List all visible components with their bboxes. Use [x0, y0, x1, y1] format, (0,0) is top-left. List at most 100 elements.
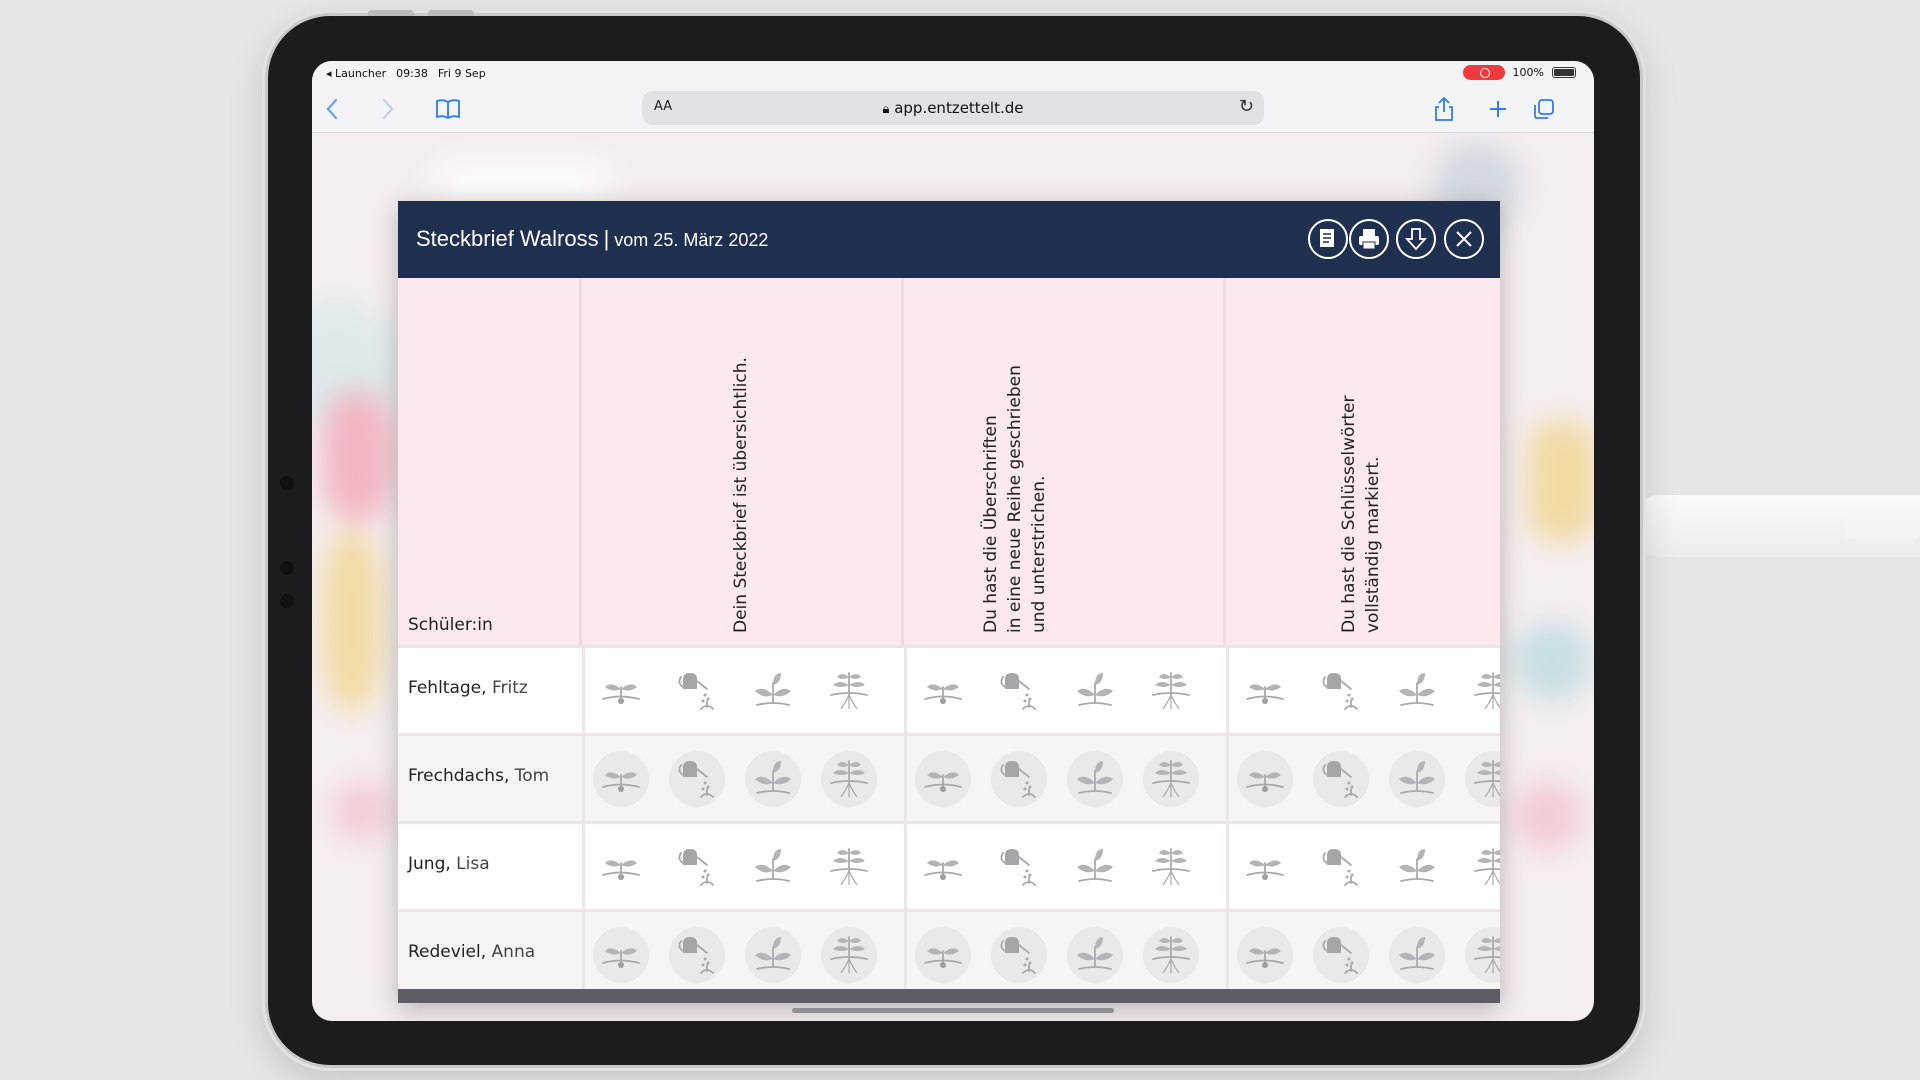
seedling-icon[interactable]: [1067, 663, 1123, 719]
student-last-name: Frechdachs: [408, 766, 504, 786]
share-icon[interactable]: [1430, 95, 1458, 123]
seedling-icon[interactable]: [1389, 839, 1445, 895]
criterion-column-header: Dein Steckbrief ist übersichtlich.: [582, 278, 904, 645]
student-name: Frechdachs, Tom: [408, 766, 549, 786]
screen-recording-icon[interactable]: [1462, 65, 1505, 80]
plant-roots-icon[interactable]: [1143, 927, 1199, 983]
seedling-icon[interactable]: [745, 839, 801, 895]
seedling-icon[interactable]: [1067, 839, 1123, 895]
name-comma: ,: [503, 766, 515, 786]
student-name: Jung, Lisa: [408, 854, 490, 874]
column-divider: [1226, 648, 1229, 736]
seed-sprout-icon[interactable]: [593, 927, 649, 983]
criterion-column-header: Du hast die Schlüsselwörter vollständig m…: [1226, 278, 1500, 645]
student-row: Jung, Lisa: [398, 821, 1500, 912]
lock-icon: 🔒︎: [882, 102, 890, 117]
seedling-icon[interactable]: [1389, 663, 1445, 719]
plant-roots-icon[interactable]: [821, 927, 877, 983]
seed-sprout-icon[interactable]: [593, 663, 649, 719]
watering-can-icon[interactable]: [1313, 663, 1369, 719]
seedling-icon[interactable]: [745, 927, 801, 983]
camera-dot: [280, 561, 294, 575]
seed-sprout-icon[interactable]: [1237, 751, 1293, 807]
plant-roots-icon[interactable]: [1465, 751, 1500, 807]
name-comma: ,: [480, 942, 492, 962]
seedling-icon[interactable]: [745, 663, 801, 719]
chevron-right-icon[interactable]: [374, 95, 402, 123]
status-bar: ◂ Launcher 09:38 Fri 9 Sep 100%: [312, 61, 1594, 85]
battery-percent: 100%: [1512, 66, 1544, 79]
student-last-name: Fehltage: [408, 678, 482, 698]
home-indicator: [792, 1008, 1114, 1013]
seed-sprout-icon[interactable]: [593, 839, 649, 895]
download-button[interactable]: [1396, 219, 1436, 259]
student-last-name: Jung: [408, 854, 446, 874]
seedling-icon[interactable]: [1389, 927, 1445, 983]
plant-roots-icon[interactable]: [1143, 663, 1199, 719]
student-row: Frechdachs, Tom: [398, 733, 1500, 824]
print-icon: [1359, 229, 1379, 250]
address-bar[interactable]: AA 🔒︎ app.entzettelt.de ↻: [642, 91, 1264, 125]
plant-roots-icon[interactable]: [1465, 839, 1500, 895]
watering-can-icon[interactable]: [1313, 751, 1369, 807]
modal-title: Steckbrief Walross | vom 25. März 2022: [416, 226, 768, 252]
seed-sprout-icon[interactable]: [915, 839, 971, 895]
watering-can-icon[interactable]: [669, 839, 725, 895]
watering-can-icon[interactable]: [991, 927, 1047, 983]
watering-can-icon[interactable]: [669, 663, 725, 719]
column-divider: [582, 648, 585, 736]
chevron-left-icon[interactable]: [318, 95, 346, 123]
student-row: Redeviel, Anna: [398, 909, 1500, 1000]
criterion-column-header: Du hast die Überschriften in eine neue Re…: [904, 278, 1226, 645]
seed-sprout-icon[interactable]: [593, 751, 649, 807]
plant-roots-icon[interactable]: [821, 839, 877, 895]
seed-sprout-icon[interactable]: [915, 751, 971, 807]
plus-icon[interactable]: [1484, 95, 1512, 123]
table-header-row: Schüler:in Dein Steckbrief ist übersicht…: [398, 278, 1500, 645]
camera-dot: [280, 476, 294, 490]
seed-sprout-icon[interactable]: [1237, 927, 1293, 983]
volume-button: [428, 10, 474, 16]
plant-roots-icon[interactable]: [821, 663, 877, 719]
seed-sprout-icon[interactable]: [915, 663, 971, 719]
student-first-name: Fritz: [491, 678, 528, 698]
watering-can-icon[interactable]: [1313, 927, 1369, 983]
print-button[interactable]: [1349, 219, 1389, 259]
column-divider: [904, 824, 907, 912]
tabs-icon[interactable]: [1530, 95, 1558, 123]
criterion-text-line: Dein Steckbrief ist übersichtlich.: [731, 357, 751, 633]
plant-roots-icon[interactable]: [1143, 751, 1199, 807]
name-comma: ,: [445, 854, 457, 874]
seedling-icon[interactable]: [1389, 751, 1445, 807]
document-button[interactable]: [1308, 219, 1348, 259]
watering-can-icon[interactable]: [991, 839, 1047, 895]
plant-roots-icon[interactable]: [1465, 927, 1500, 983]
seedling-icon[interactable]: [1067, 927, 1123, 983]
column-divider: [582, 824, 585, 912]
watering-can-icon[interactable]: [991, 663, 1047, 719]
plant-roots-icon[interactable]: [821, 751, 877, 807]
watering-can-icon[interactable]: [991, 751, 1047, 807]
seed-sprout-icon[interactable]: [915, 927, 971, 983]
book-icon[interactable]: [434, 95, 462, 123]
watering-can-icon[interactable]: [669, 927, 725, 983]
column-divider: [582, 736, 585, 824]
close-icon: [1456, 231, 1472, 247]
plant-roots-icon[interactable]: [1465, 663, 1500, 719]
back-to-app-link[interactable]: ◂ Launcher: [326, 67, 386, 80]
watering-can-icon[interactable]: [669, 751, 725, 807]
volume-button: [368, 10, 414, 16]
close-button[interactable]: [1444, 219, 1484, 259]
seedling-icon[interactable]: [745, 751, 801, 807]
column-divider: [1226, 824, 1229, 912]
url-text: app.entzettelt.de: [894, 99, 1024, 117]
column-divider: [904, 912, 907, 1000]
status-date: Fri 9 Sep: [437, 67, 486, 80]
reload-icon[interactable]: ↻: [1239, 96, 1254, 117]
seed-sprout-icon[interactable]: [1237, 839, 1293, 895]
seed-sprout-icon[interactable]: [1237, 663, 1293, 719]
plant-roots-icon[interactable]: [1143, 839, 1199, 895]
seedling-icon[interactable]: [1067, 751, 1123, 807]
modal-title-text: Steckbrief Walross: [416, 226, 599, 251]
watering-can-icon[interactable]: [1313, 839, 1369, 895]
